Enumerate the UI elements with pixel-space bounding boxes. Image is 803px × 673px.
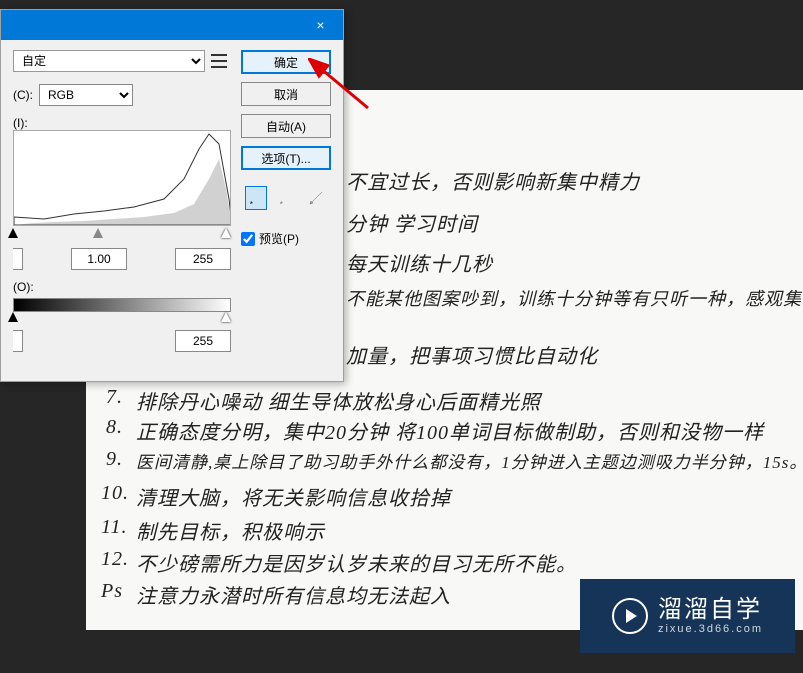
note-line: 正确态度分明，集中20分钟 将100单词目标做制助，否则和没物一样 — [136, 416, 764, 445]
note-line: 不少磅需所力是因岁认岁未来的目习无所不能。 — [136, 548, 577, 577]
output-black-field[interactable] — [13, 330, 23, 352]
note-line: 每天训练十几秒 — [346, 248, 493, 277]
eyedropper-white-icon[interactable] — [305, 186, 327, 210]
preset-select[interactable]: 自定 — [13, 50, 205, 72]
close-button[interactable]: × — [298, 10, 343, 40]
note-line: 分钟 学习时间 — [346, 208, 478, 237]
levels-dialog: × 自定 (C): RGB (I): — [0, 9, 344, 382]
note-num: 10. — [101, 482, 129, 505]
channel-label: (C): — [13, 88, 33, 102]
input-white-field[interactable] — [175, 248, 231, 270]
input-levels-label: (I): — [13, 116, 28, 130]
output-slider[interactable] — [13, 316, 231, 322]
output-levels-label: (O): — [13, 280, 331, 294]
note-line: 制先目标，积极响示 — [136, 516, 325, 545]
note-num: 7. — [106, 386, 123, 409]
play-icon — [612, 598, 648, 634]
channel-select[interactable]: RGB — [39, 84, 133, 106]
preview-label: 预览(P) — [259, 230, 299, 247]
titlebar[interactable]: × — [1, 10, 343, 40]
watermark: 溜溜自学 zixue.3d66.com — [580, 579, 795, 653]
output-white-field[interactable] — [175, 330, 231, 352]
input-slider[interactable] — [13, 232, 231, 238]
note-num: 12. — [101, 548, 129, 571]
eyedropper-group — [241, 182, 331, 214]
note-line: 不宜过长，否则影响新集中精力 — [346, 166, 640, 195]
input-black-field[interactable] — [13, 248, 23, 270]
note-line: 不能某他图案吵到，训练十分钟等有只听一种，感观集似 — [346, 285, 803, 311]
note-line: 注意力永潜时所有信息均无法起入 — [136, 580, 451, 609]
note-num: Ps — [101, 580, 123, 603]
note-num: 8. — [106, 416, 123, 439]
input-mid-field[interactable] — [71, 248, 127, 270]
ok-button[interactable]: 确定 — [241, 50, 331, 74]
preset-menu-icon[interactable] — [211, 54, 227, 68]
note-line: 清理大脑，将无关影响信息收拾掉 — [136, 482, 451, 511]
histogram — [13, 130, 231, 226]
cancel-button[interactable]: 取消 — [241, 82, 331, 106]
note-line: 加量，把事项习惯比自动化 — [346, 340, 598, 369]
note-line: 排除丹心噪动 细生导体放松身心后面精光照 — [136, 386, 541, 415]
watermark-title: 溜溜自学 — [658, 597, 763, 623]
note-num: 9. — [106, 448, 123, 471]
preview-checkbox[interactable] — [241, 232, 255, 246]
watermark-url: zixue.3d66.com — [658, 623, 763, 635]
eyedropper-black-icon[interactable] — [245, 186, 267, 210]
auto-button[interactable]: 自动(A) — [241, 114, 331, 138]
output-gradient — [13, 298, 231, 312]
options-button[interactable]: 选项(T)... — [241, 146, 331, 170]
note-num: 11. — [101, 516, 128, 539]
note-line: 医间清静,桌上除目了助习助手外什么都没有，1分钟进入主题边测吸力半分钟，15s。 — [136, 448, 803, 473]
eyedropper-gray-icon[interactable] — [275, 186, 297, 210]
